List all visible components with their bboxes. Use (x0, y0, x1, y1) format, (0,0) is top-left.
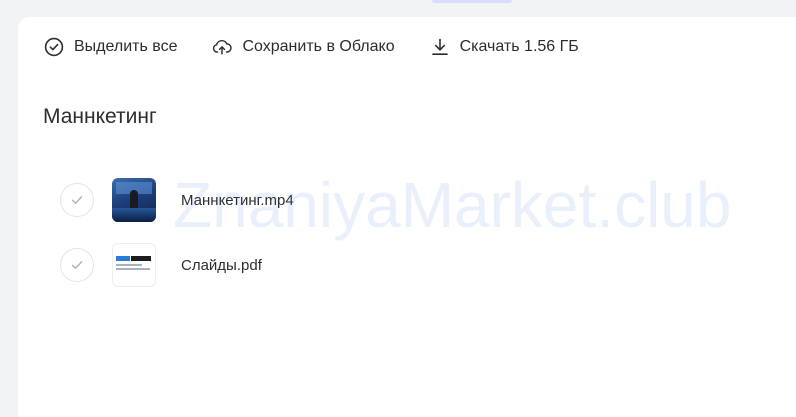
select-all-label: Выделить все (74, 38, 178, 55)
folder-title: Маннкетинг (43, 105, 157, 128)
checkmark-icon (71, 261, 83, 269)
file-list: Маннкетинг.mp4 Слайды.pdf (60, 177, 294, 307)
file-row-pdf[interactable]: Слайды.pdf (60, 242, 294, 288)
check-circle-icon (44, 37, 64, 57)
download-button[interactable]: Скачать 1.56 ГБ (430, 37, 579, 57)
save-to-cloud-button[interactable]: Сохранить в Облако (212, 37, 395, 57)
select-checkbox[interactable] (60, 183, 94, 217)
file-name: Слайды.pdf (181, 256, 262, 274)
top-tab-indicator (432, 0, 512, 3)
save-to-cloud-label: Сохранить в Облако (242, 38, 395, 55)
file-row-video[interactable]: Маннкетинг.mp4 (60, 177, 294, 223)
pdf-thumbnail (112, 243, 156, 287)
file-name: Маннкетинг.mp4 (181, 191, 294, 209)
file-panel: Выделить все Сохранить в Облако Скачать … (18, 17, 796, 417)
video-thumbnail (112, 178, 156, 222)
cloud-upload-icon (212, 37, 233, 57)
select-all-button[interactable]: Выделить все (44, 37, 177, 57)
toolbar: Выделить все Сохранить в Облако Скачать … (44, 35, 614, 59)
download-label: Скачать 1.56 ГБ (459, 38, 579, 55)
download-icon (430, 37, 450, 57)
checkmark-icon (71, 196, 83, 204)
select-checkbox[interactable] (60, 248, 94, 282)
